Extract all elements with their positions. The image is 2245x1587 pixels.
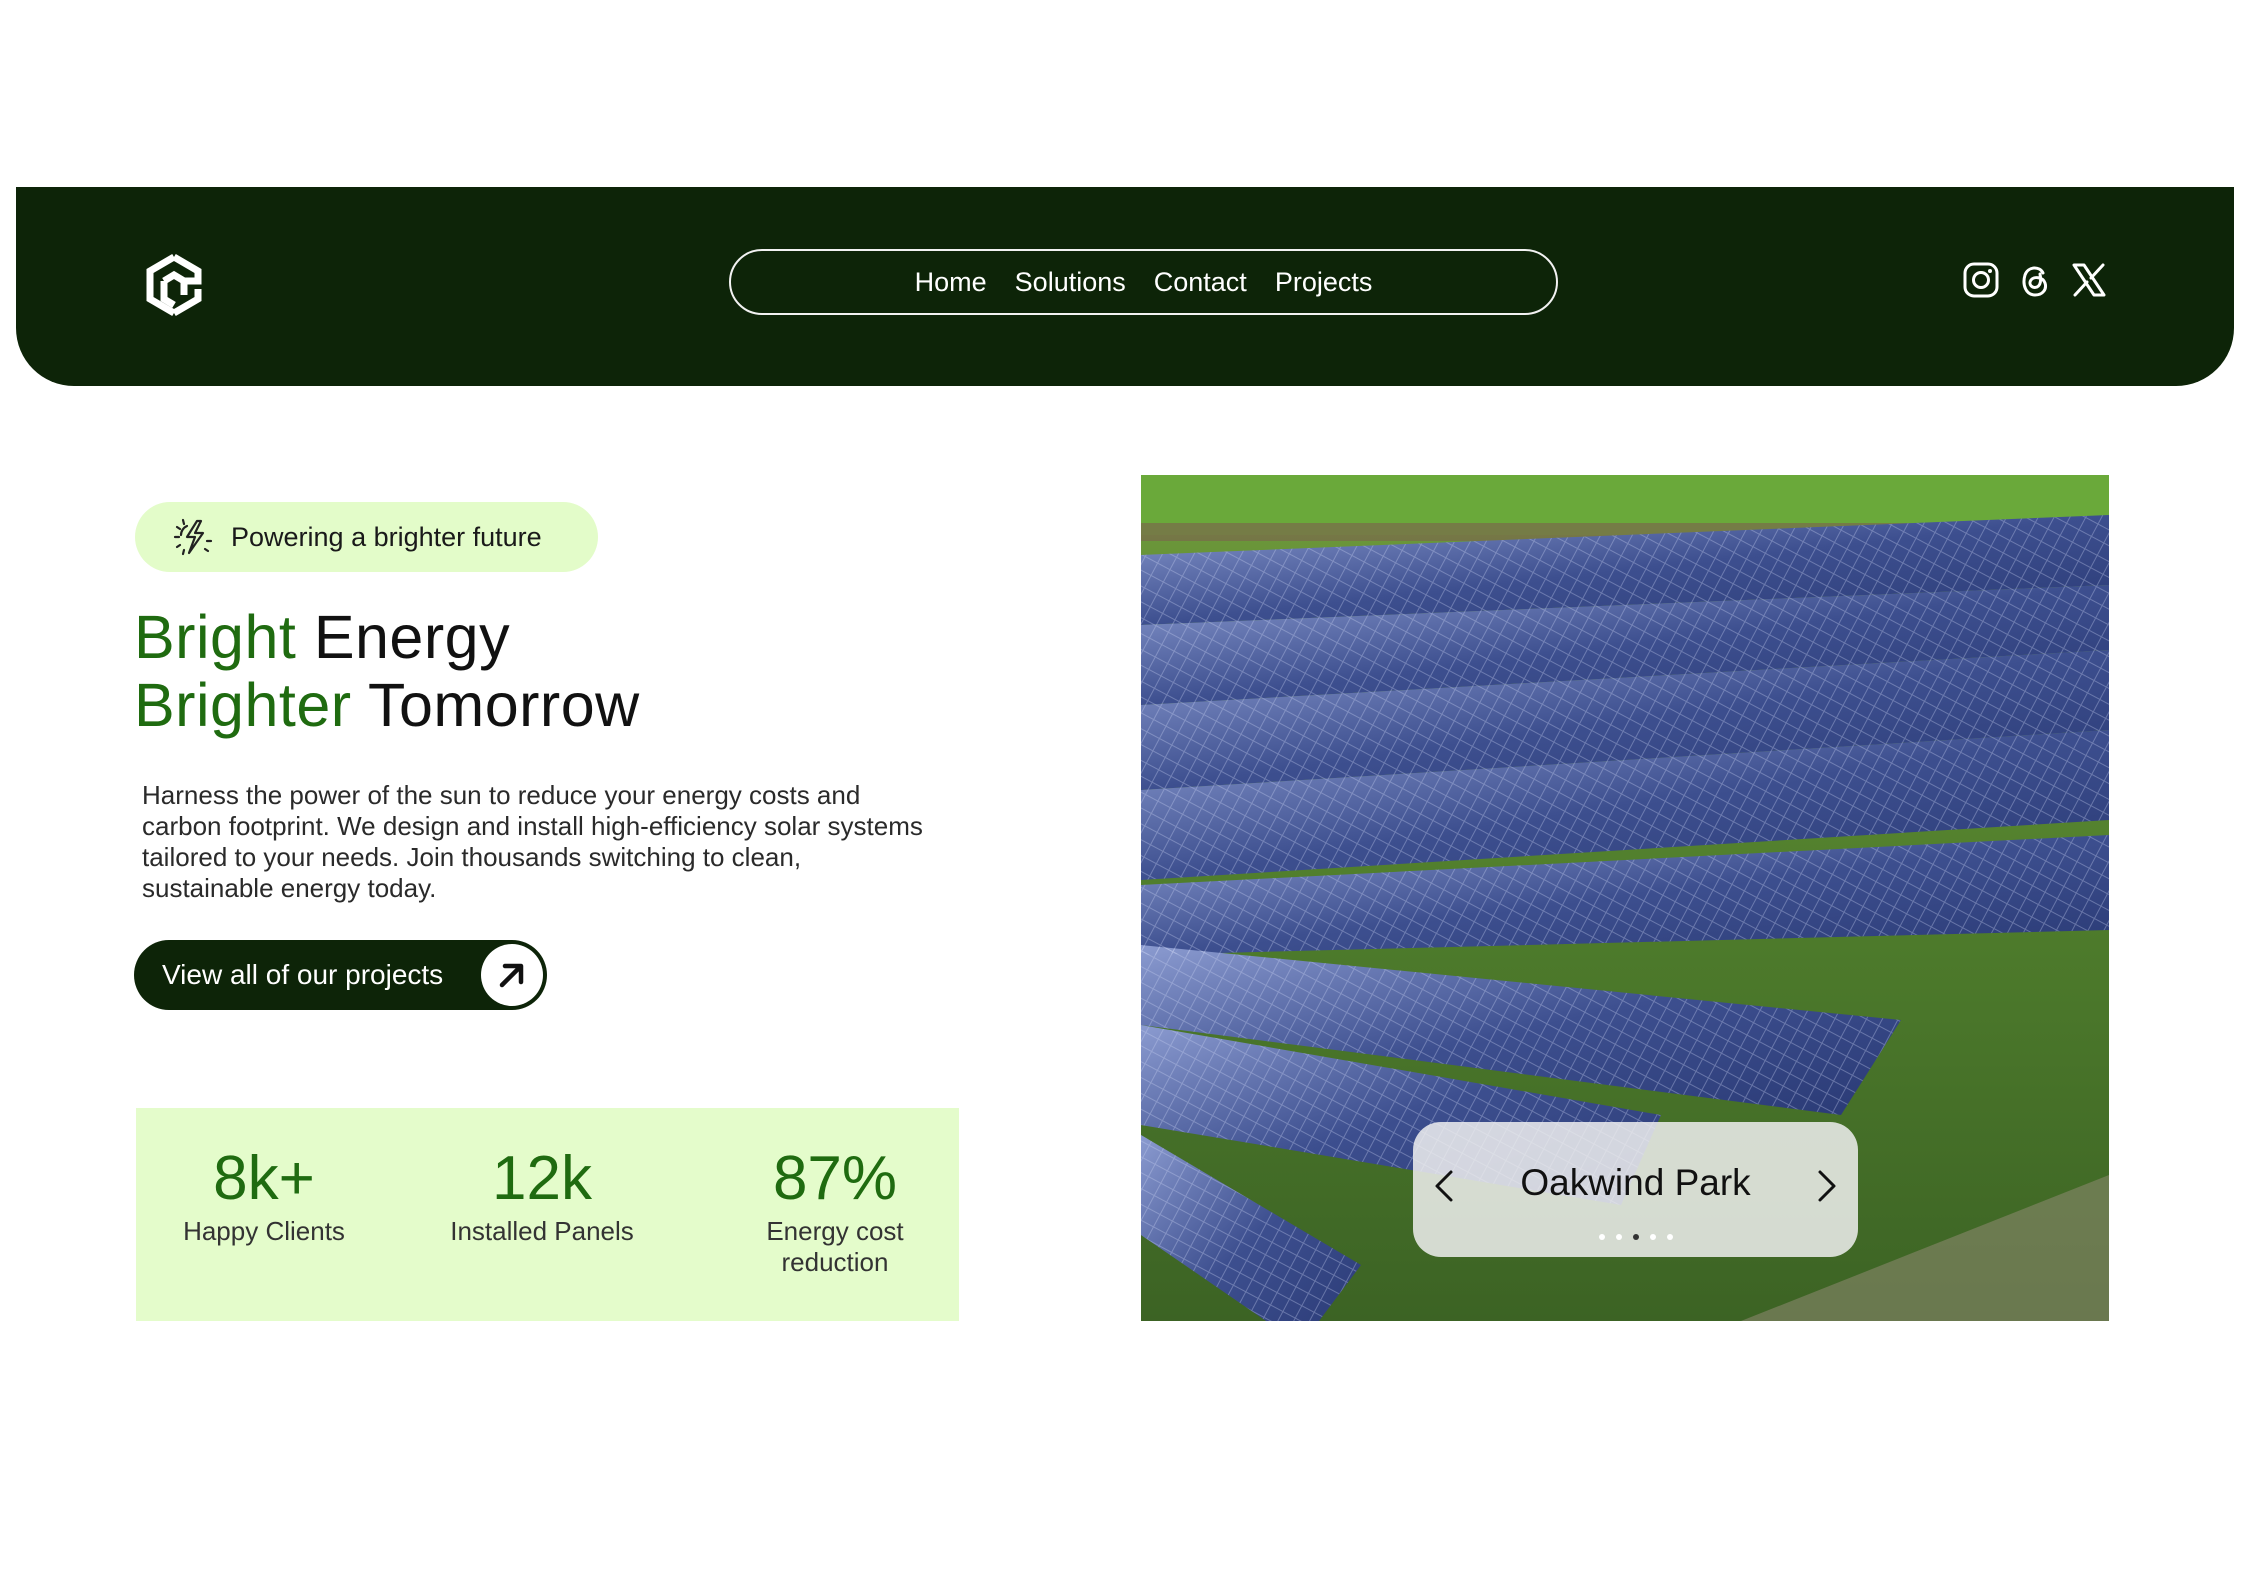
headline-rest-1: Energy [313,603,511,671]
carousel-dot[interactable] [1649,1234,1656,1240]
threads-icon[interactable] [2016,261,2054,299]
carousel-title: Oakwind Park [1520,1162,1751,1203]
view-projects-button[interactable]: View all of our projects [134,940,547,1010]
carousel-dot[interactable] [1615,1234,1622,1240]
carousel-dot[interactable] [1598,1234,1605,1240]
stat-happy-clients: 8k+ Happy Clients [158,1144,370,1247]
instagram-icon[interactable] [1962,261,2000,299]
project-photo: Oakwind Park [1141,475,2109,1321]
nav-solutions[interactable]: Solutions [1015,267,1126,298]
chevron-right-icon[interactable] [1812,1166,1842,1206]
stats-panel: 8k+ Happy Clients 12k Installed Panels 8… [136,1108,959,1321]
cta-label: View all of our projects [162,959,444,990]
headline-rest-2: Tomorrow [367,671,640,739]
tagline-badge: Powering a brighter future [135,502,598,572]
headline-accent-2: Brighter [134,671,352,739]
nav-home[interactable]: Home [915,267,987,298]
arrow-up-right-icon [481,944,543,1006]
carousel-dot-active[interactable] [1632,1234,1639,1240]
sun-bolt-icon [173,518,213,556]
carousel-dot[interactable] [1666,1234,1673,1240]
stat-value: 12k [492,1144,592,1213]
stat-installed-panels: 12k Installed Panels [436,1144,648,1247]
nav-contact[interactable]: Contact [1154,267,1247,298]
site-header: Home Solutions Contact Projects [16,187,2234,386]
stat-label: Happy Clients [183,1216,345,1246]
stat-label: Installed Panels [450,1216,634,1246]
social-links [1962,261,2108,299]
hero-description: Harness the power of the sun to reduce y… [142,780,923,903]
stat-energy-cost-reduction: 87% Energy cost reduction [730,1144,940,1278]
carousel-dots [1413,1234,1858,1240]
project-carousel: Oakwind Park [1413,1122,1858,1257]
stat-value: 87% [772,1144,898,1213]
headline-accent-1: Bright [134,603,297,671]
nav-projects[interactable]: Projects [1275,267,1373,298]
stat-label: Energy cost reduction [766,1216,904,1277]
x-icon[interactable] [2070,261,2108,299]
tagline-text: Powering a brighter future [231,521,542,552]
main-nav: Home Solutions Contact Projects [729,249,1558,315]
stat-value: 8k+ [213,1144,315,1213]
hero-headline: Bright Energy Brighter Tomorrow [134,603,640,739]
logo-icon[interactable] [140,251,210,321]
